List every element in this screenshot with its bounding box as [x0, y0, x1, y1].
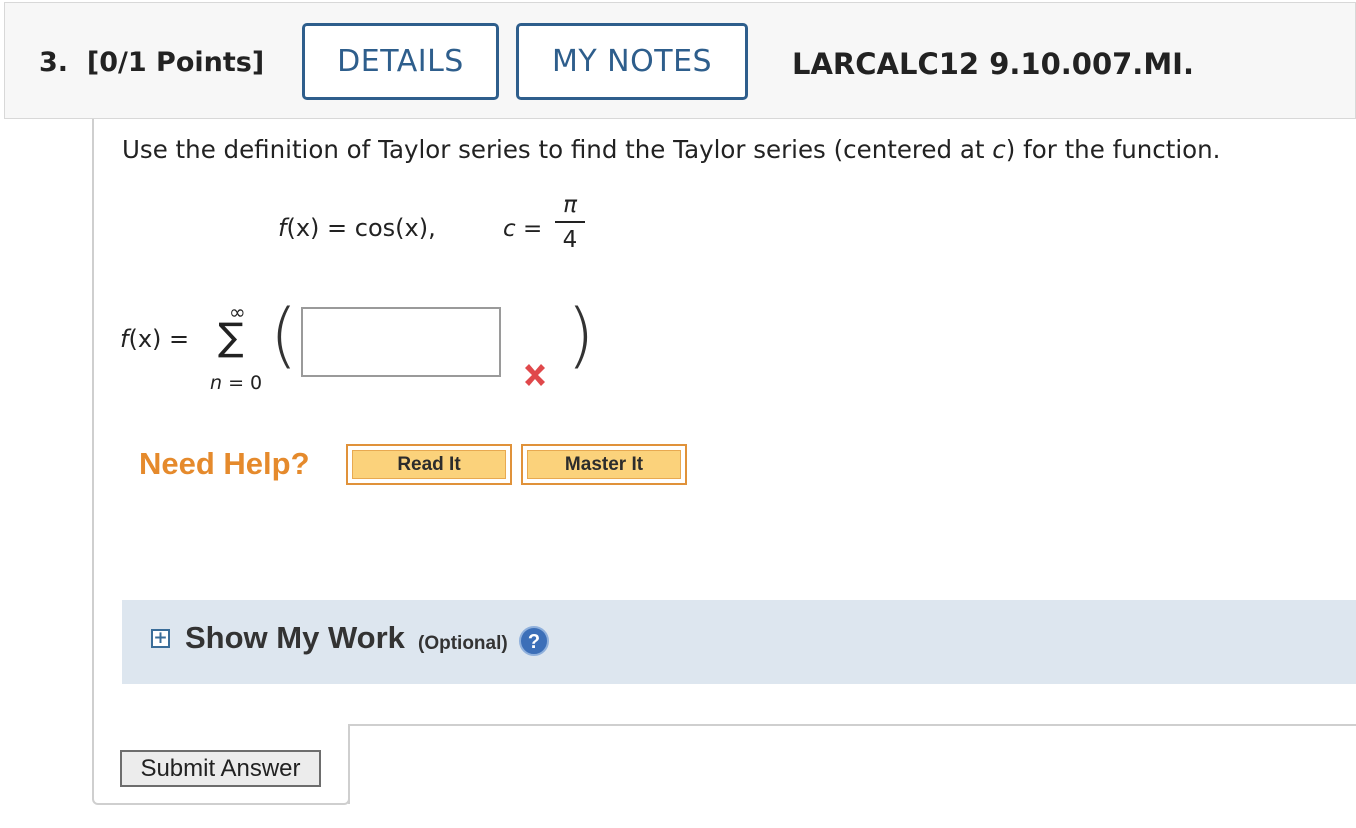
center-fraction: π 4	[555, 192, 585, 253]
points-label: [0/1 Points]	[86, 47, 265, 78]
fraction-bar	[555, 221, 585, 223]
optional-label: (Optional)	[418, 633, 508, 654]
content-bottom-border	[92, 793, 350, 805]
my-notes-button[interactable]: MY NOTES	[516, 23, 748, 100]
read-it-button[interactable]: Read It	[346, 444, 512, 485]
submit-answer-button[interactable]: Submit Answer	[120, 750, 321, 787]
answer-input[interactable]	[301, 307, 501, 377]
master-it-label: Master It	[527, 450, 681, 479]
left-paren: (	[270, 294, 298, 376]
content-left-border	[92, 119, 94, 795]
incorrect-icon	[525, 364, 545, 386]
details-button[interactable]: DETAILS	[302, 23, 499, 100]
question-header: 3. [0/1 Points] DETAILS MY NOTES LARCALC…	[4, 2, 1356, 119]
right-paren: )	[567, 294, 595, 376]
tab-divider-horizontal	[348, 724, 1356, 726]
function-definition: f(x) = cos(x),	[278, 214, 436, 242]
question-number: 3. [0/1 Points]	[39, 47, 265, 78]
help-question-icon[interactable]: ?	[518, 625, 550, 657]
show-my-work-title[interactable]: Show My Work	[185, 620, 405, 656]
tab-divider-vertical	[348, 724, 350, 804]
expand-plus-icon[interactable]: +	[151, 629, 170, 648]
sum-lower-limit: n = 0	[210, 372, 263, 394]
fraction-denominator: 4	[562, 227, 578, 253]
center-label: c =	[503, 216, 543, 242]
sigma-symbol: ∑	[218, 315, 244, 359]
master-it-button[interactable]: Master It	[521, 444, 687, 485]
fraction-numerator: π	[563, 192, 577, 218]
need-help-label: Need Help?	[139, 446, 310, 481]
problem-code: LARCALC12 9.10.007.MI.	[792, 47, 1194, 81]
series-lhs: f(x) =	[120, 325, 190, 353]
read-it-label: Read It	[352, 450, 506, 479]
question-text: Use the definition of Taylor series to f…	[122, 135, 1221, 164]
svg-text:?: ?	[528, 631, 540, 653]
